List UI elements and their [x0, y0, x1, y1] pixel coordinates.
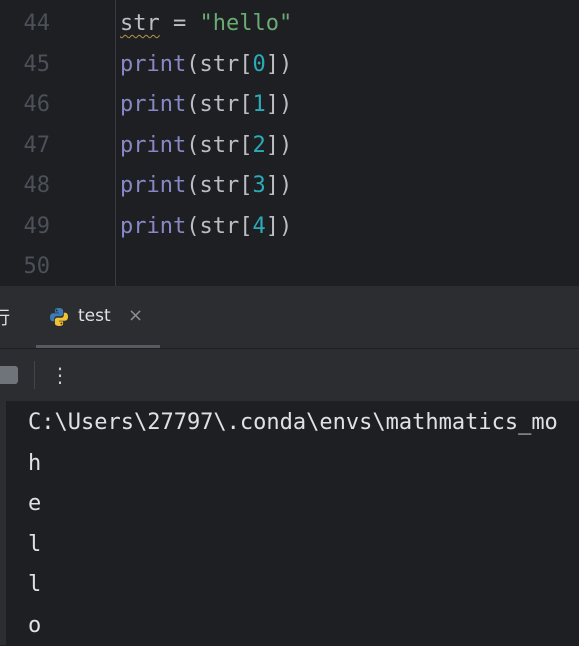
- console-gutter: [0, 401, 6, 645]
- tab-active-indicator: [36, 345, 160, 348]
- toolbar-divider: [34, 361, 35, 389]
- code-token: 1: [252, 92, 266, 117]
- code-token: print: [120, 51, 187, 77]
- code-token: ]): [265, 173, 293, 198]
- code-token: (str[: [186, 51, 253, 77]
- line-number: 48: [23, 173, 51, 198]
- code-token: (str[: [186, 132, 253, 158]
- console-line: l: [28, 572, 42, 597]
- console-line: C:\Users\27797\.conda\envs\mathmatics_mo: [28, 410, 558, 435]
- code-token: (str[: [186, 92, 253, 117]
- code-token: 2: [252, 132, 266, 158]
- code-text: print(str[2]): [120, 126, 292, 166]
- code-token: (str[: [186, 173, 253, 198]
- code-token: =: [159, 11, 200, 36]
- code-token: print: [120, 213, 187, 239]
- code-token: (str[: [186, 213, 253, 239]
- code-token: print: [120, 92, 187, 117]
- code-line: 47 print(str[2]): [0, 126, 579, 166]
- console-line: e: [28, 491, 42, 516]
- run-tool-window-header: 行 test ×: [0, 286, 579, 349]
- line-number: 50: [23, 254, 51, 279]
- code-token: 0: [252, 51, 266, 77]
- code-text: print(str[1]): [120, 85, 292, 125]
- console-line: h: [28, 450, 42, 476]
- tab-label: test: [78, 306, 111, 326]
- code-line: 49 print(str[4]): [0, 207, 579, 247]
- code-line: 48 print(str[3]): [0, 166, 579, 206]
- python-icon: [50, 308, 68, 326]
- code-token: print: [120, 132, 187, 158]
- console-output[interactable]: C:\Users\27797\.conda\envs\mathmatics_mo…: [0, 401, 579, 645]
- code-text: str = "hello": [120, 4, 292, 44]
- code-editor[interactable]: 44 str = "hello" 45 print(str[0]) 46 print(st…: [0, 0, 579, 286]
- close-icon[interactable]: ×: [128, 305, 143, 326]
- code-token: ]): [265, 92, 293, 117]
- code-text: print(str[4]): [120, 207, 292, 247]
- code-token: str: [120, 11, 160, 36]
- run-toolbar: ⋮: [0, 349, 579, 401]
- code-token: "hello": [199, 11, 293, 36]
- run-panel-label: 行: [0, 308, 10, 329]
- code-token: 4: [252, 213, 266, 239]
- stop-button[interactable]: [0, 366, 18, 384]
- code-line: 50: [0, 247, 579, 287]
- code-text: print(str[3]): [120, 166, 292, 206]
- console-line: l: [28, 531, 42, 557]
- code-token: ]): [265, 51, 293, 77]
- line-number: 49: [23, 213, 51, 239]
- code-token: 3: [252, 173, 266, 198]
- line-number: 45: [23, 51, 51, 77]
- code-text: print(str[0]): [120, 45, 292, 85]
- code-line: 45 print(str[0]): [0, 45, 579, 85]
- tab-test[interactable]: test ×: [36, 286, 160, 348]
- line-number: 46: [23, 92, 51, 117]
- code-line: 44 str = "hello": [0, 4, 579, 44]
- code-token: ]): [265, 132, 293, 158]
- code-token: print: [120, 173, 187, 198]
- code-line: 46 print(str[1]): [0, 85, 579, 125]
- more-options-icon[interactable]: ⋮: [50, 361, 70, 389]
- code-token: ]): [265, 213, 293, 239]
- line-number: 47: [23, 132, 51, 158]
- line-number: 44: [23, 11, 51, 36]
- console-line: o: [28, 612, 42, 638]
